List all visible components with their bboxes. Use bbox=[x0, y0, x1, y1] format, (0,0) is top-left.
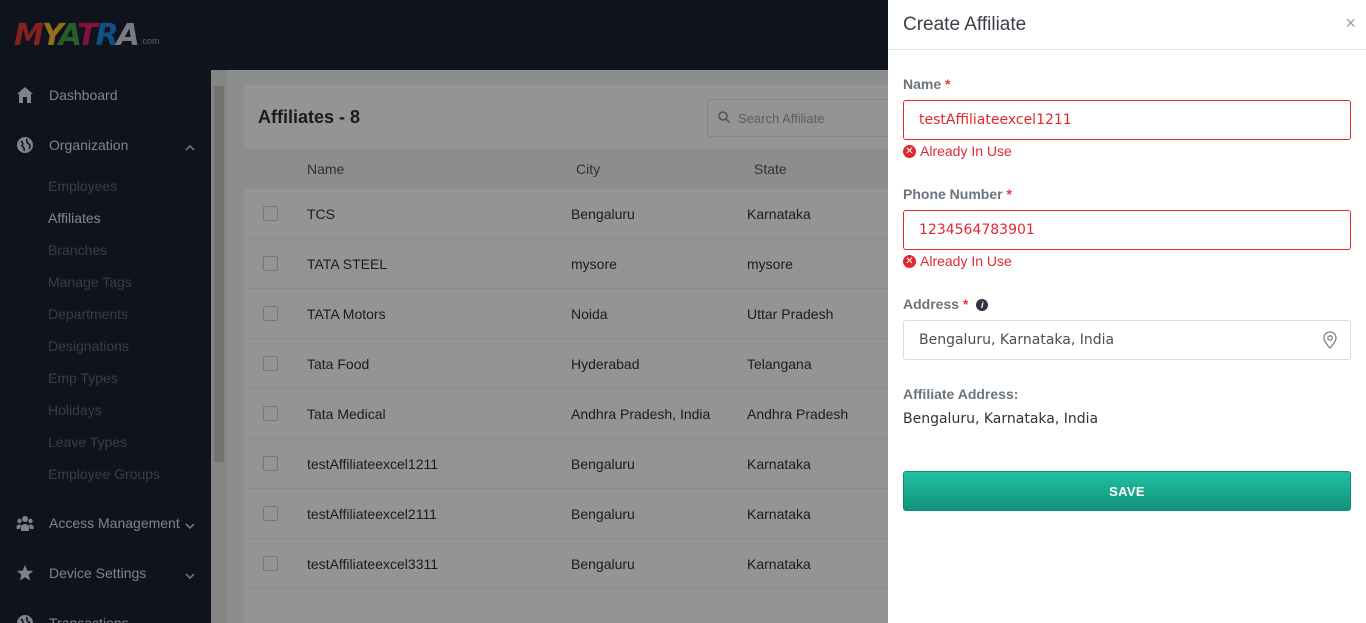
phone-label: Phone Number * bbox=[903, 186, 1012, 202]
required-mark: * bbox=[962, 296, 969, 312]
address-label-text: Address bbox=[903, 296, 960, 312]
close-icon[interactable]: × bbox=[1345, 13, 1356, 34]
phone-label-text: Phone Number bbox=[903, 186, 1003, 202]
phone-error: ✕ Already In Use bbox=[903, 253, 1012, 269]
affiliate-address-value: Bengaluru, Karnataka, India bbox=[903, 411, 1099, 427]
location-pin-icon[interactable] bbox=[1322, 331, 1338, 353]
phone-value: 1234564783901 bbox=[919, 222, 1035, 238]
info-icon[interactable]: i bbox=[976, 299, 989, 311]
save-button[interactable]: SAVE bbox=[903, 471, 1351, 511]
name-label-text: Name bbox=[903, 76, 942, 92]
name-value: testAffiliateexcel1211 bbox=[919, 112, 1072, 128]
address-field[interactable]: Bengaluru, Karnataka, India bbox=[903, 320, 1351, 360]
modal-backdrop[interactable] bbox=[0, 0, 888, 623]
required-mark: * bbox=[945, 76, 951, 92]
address-value: Bengaluru, Karnataka, India bbox=[919, 332, 1115, 348]
phone-field[interactable]: 1234564783901 bbox=[903, 210, 1351, 250]
name-error-text: Already In Use bbox=[920, 143, 1012, 159]
name-label: Name * bbox=[903, 76, 950, 92]
phone-error-text: Already In Use bbox=[920, 253, 1012, 269]
address-label: Address * i bbox=[903, 296, 989, 312]
create-affiliate-drawer: Create Affiliate × Name * testAffiliatee… bbox=[888, 0, 1366, 623]
drawer-title: Create Affiliate bbox=[903, 13, 1027, 35]
name-error: ✕ Already In Use bbox=[903, 143, 1012, 159]
affiliate-address-label: Affiliate Address: bbox=[903, 386, 1019, 402]
error-icon: ✕ bbox=[903, 144, 916, 158]
name-field[interactable]: testAffiliateexcel1211 bbox=[903, 100, 1351, 140]
required-mark: * bbox=[1006, 186, 1012, 202]
error-icon: ✕ bbox=[903, 254, 916, 268]
